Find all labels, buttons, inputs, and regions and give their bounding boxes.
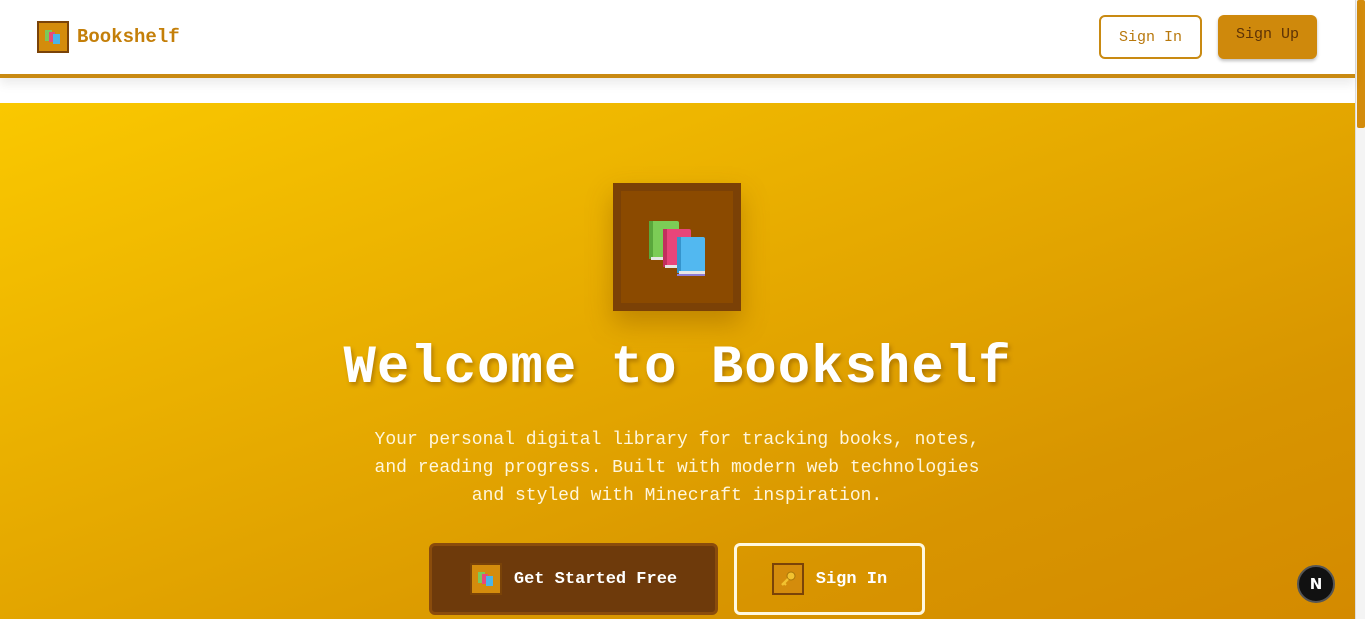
get-started-button[interactable]: Get Started Free xyxy=(429,543,718,615)
header-spacer xyxy=(0,78,1355,103)
hero-sign-in-label: Sign In xyxy=(815,569,888,589)
brand-logo[interactable]: Bookshelf xyxy=(37,21,180,53)
header-sign-up-button[interactable]: Sign Up xyxy=(1218,15,1317,59)
books-icon xyxy=(37,21,69,53)
hero-title: Welcome to Bookshelf xyxy=(343,338,1012,399)
hero-subtitle: Your personal digital library for tracki… xyxy=(374,430,980,506)
key-icon xyxy=(771,563,804,595)
page-scrollbar[interactable] xyxy=(1355,0,1365,619)
hero-sign-in-button[interactable]: Sign In xyxy=(734,543,925,615)
books-icon xyxy=(469,563,502,595)
hero-books-icon xyxy=(613,183,741,311)
top-nav-header: Bookshelf Sign In Sign Up xyxy=(0,0,1355,78)
hero-section: Welcome to Bookshelf Your personal digit… xyxy=(0,103,1355,619)
header-sign-in-button[interactable]: Sign In xyxy=(1099,15,1202,59)
brand-name: Bookshelf xyxy=(77,26,180,48)
nextjs-dev-indicator[interactable]: N xyxy=(1297,565,1335,603)
get-started-label: Get Started Free xyxy=(513,569,678,589)
scrollbar-thumb[interactable] xyxy=(1357,0,1365,128)
